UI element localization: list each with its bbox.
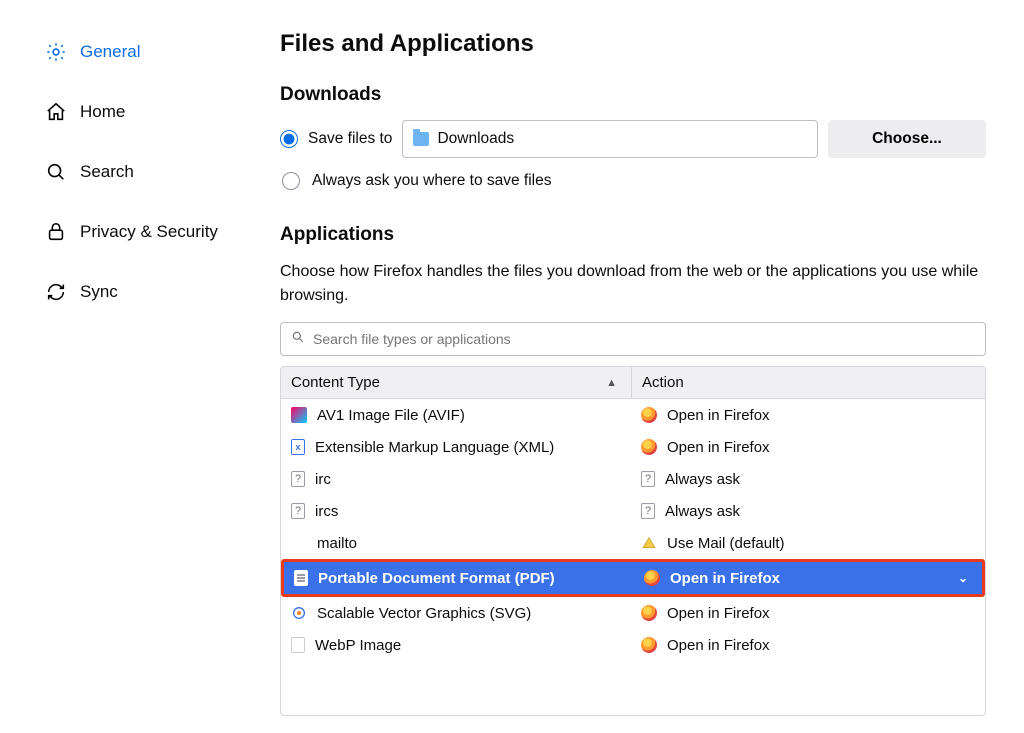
firefox-icon <box>641 439 657 455</box>
search-icon <box>291 330 305 348</box>
table-header: Content Type ▲ Action <box>281 367 985 399</box>
settings-main: Files and Applications Downloads Save fi… <box>260 0 1024 733</box>
column-content-type[interactable]: Content Type ▲ <box>281 374 631 391</box>
save-files-label: Save files to <box>308 130 392 148</box>
sidebar-item-search[interactable]: Search <box>38 148 248 196</box>
table-row[interactable]: ?irc ?Always ask <box>281 463 985 495</box>
column-action[interactable]: Action <box>631 367 985 398</box>
lock-icon <box>44 220 68 244</box>
table-row[interactable]: ?ircs ?Always ask <box>281 495 985 527</box>
firefox-icon <box>641 637 657 653</box>
search-input[interactable] <box>313 331 975 347</box>
sidebar-item-home[interactable]: Home <box>38 88 248 136</box>
applications-description: Choose how Firefox handles the files you… <box>280 260 986 308</box>
sidebar-item-label: Sync <box>80 282 118 302</box>
question-icon: ? <box>641 471 655 487</box>
sidebar-item-label: General <box>80 42 140 62</box>
firefox-icon <box>644 570 660 586</box>
applications-table: Content Type ▲ Action AV1 Image File (AV… <box>280 366 986 716</box>
search-icon <box>44 160 68 184</box>
choose-button[interactable]: Choose... <box>828 120 986 158</box>
download-path-value: Downloads <box>437 130 514 148</box>
sort-caret-icon: ▲ <box>606 377 617 389</box>
download-path-input[interactable]: Downloads <box>402 120 818 158</box>
sidebar-item-general[interactable]: General <box>38 28 248 76</box>
sync-icon <box>44 280 68 304</box>
webp-icon <box>291 637 305 653</box>
table-row[interactable]: mailto Use Mail (default) <box>281 527 985 559</box>
table-row[interactable]: xExtensible Markup Language (XML) Open i… <box>281 431 985 463</box>
save-files-radio[interactable] <box>280 130 298 148</box>
table-row-selected[interactable]: Portable Document Format (PDF) Open in F… <box>284 562 982 594</box>
downloads-heading: Downloads <box>280 84 986 106</box>
gear-icon <box>44 40 68 64</box>
pdf-icon <box>294 570 308 586</box>
highlighted-row: Portable Document Format (PDF) Open in F… <box>281 559 985 597</box>
page-title: Files and Applications <box>280 30 986 58</box>
table-row[interactable]: Scalable Vector Graphics (SVG) Open in F… <box>281 597 985 629</box>
table-row[interactable]: AV1 Image File (AVIF) Open in Firefox <box>281 399 985 431</box>
question-icon: ? <box>291 503 305 519</box>
sidebar-item-label: Privacy & Security <box>80 222 218 242</box>
table-row[interactable]: WebP Image Open in Firefox <box>281 629 985 661</box>
sidebar-item-label: Search <box>80 162 134 182</box>
always-ask-label: Always ask you where to save files <box>312 172 552 190</box>
question-icon: ? <box>291 471 305 487</box>
xml-icon: x <box>291 439 305 455</box>
sidebar-item-label: Home <box>80 102 125 122</box>
downloads-save-row: Save files to Downloads Choose... <box>280 120 986 158</box>
chevron-down-icon[interactable]: ⌄ <box>958 571 968 585</box>
sidebar-item-sync[interactable]: Sync <box>38 268 248 316</box>
settings-sidebar: General Home Search Privacy & Security S… <box>0 0 260 733</box>
mail-icon <box>641 535 657 551</box>
always-ask-radio[interactable] <box>282 172 300 190</box>
sidebar-item-privacy[interactable]: Privacy & Security <box>38 208 248 256</box>
home-icon <box>44 100 68 124</box>
avif-icon <box>291 407 307 423</box>
svg-icon <box>291 605 307 621</box>
firefox-icon <box>641 407 657 423</box>
downloads-ask-row: Always ask you where to save files <box>280 172 986 190</box>
applications-search[interactable] <box>280 322 986 356</box>
folder-icon <box>413 132 429 146</box>
firefox-icon <box>641 605 657 621</box>
applications-heading: Applications <box>280 224 986 246</box>
question-icon: ? <box>641 503 655 519</box>
